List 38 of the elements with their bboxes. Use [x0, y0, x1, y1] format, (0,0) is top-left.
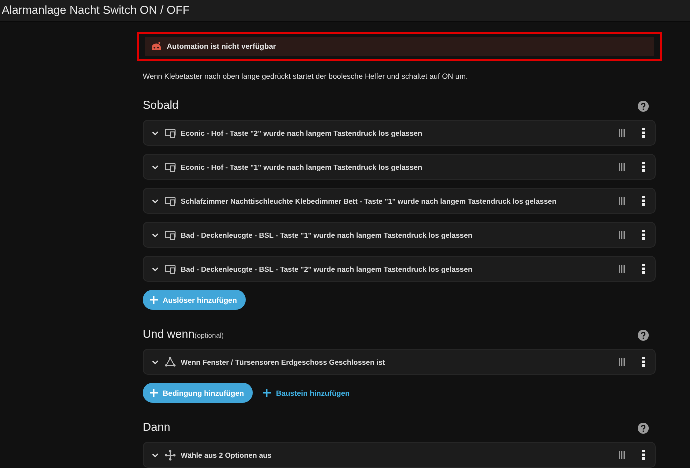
chevron-down-icon[interactable] — [152, 164, 159, 170]
chevron-down-icon[interactable] — [152, 360, 159, 364]
help-icon[interactable] — [638, 422, 649, 434]
chevron-down-icon[interactable] — [152, 266, 159, 272]
section-heading: Sobald — [143, 100, 179, 112]
chevron-down-icon[interactable] — [152, 232, 159, 238]
triangle-nodes-icon — [165, 357, 176, 367]
drag-handle-icon[interactable] — [619, 265, 625, 273]
more-options-icon[interactable] — [642, 264, 645, 274]
section-heading: Dann — [143, 422, 170, 434]
more-options-icon[interactable] — [642, 196, 645, 206]
plus-icon — [150, 389, 158, 397]
more-options-icon[interactable] — [642, 450, 645, 460]
device-icon — [165, 264, 176, 274]
more-options-icon[interactable] — [642, 357, 645, 367]
device-icon — [165, 230, 176, 240]
more-options-icon[interactable] — [642, 128, 645, 138]
drag-handle-icon[interactable] — [619, 231, 625, 239]
drag-handle-icon[interactable] — [619, 451, 625, 459]
split-arrows-icon — [165, 450, 176, 460]
drag-handle-icon[interactable] — [619, 163, 625, 171]
device-icon — [165, 162, 176, 172]
device-icon — [165, 128, 176, 138]
plus-icon — [150, 296, 158, 304]
chevron-down-icon[interactable] — [152, 452, 159, 458]
drag-handle-icon[interactable] — [619, 129, 625, 137]
drag-handle-icon[interactable] — [619, 358, 625, 366]
robot-icon — [151, 42, 162, 51]
more-options-icon[interactable] — [642, 230, 645, 240]
chevron-down-icon[interactable] — [152, 198, 159, 204]
drag-handle-icon[interactable] — [619, 197, 625, 205]
device-icon — [165, 196, 176, 206]
window-title: Alarmanlage Nacht Switch ON / OFF — [2, 4, 190, 16]
more-options-icon[interactable] — [642, 162, 645, 172]
help-icon[interactable] — [638, 100, 649, 112]
help-icon[interactable] — [638, 330, 649, 340]
plus-icon — [263, 389, 272, 397]
chevron-down-icon[interactable] — [152, 130, 159, 136]
